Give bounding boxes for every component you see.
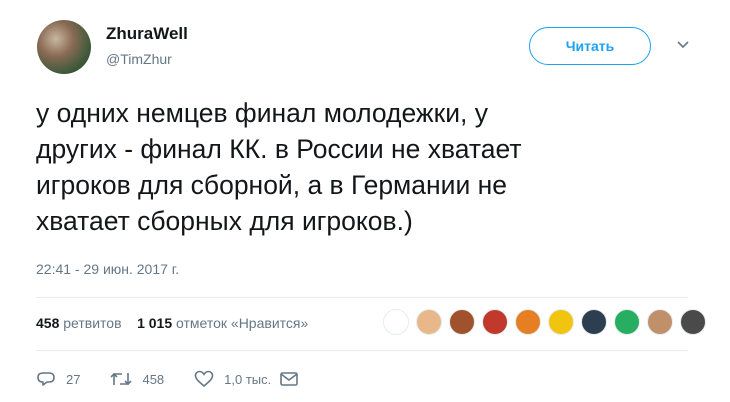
divider-bottom (36, 350, 688, 351)
retweets-label: ретвитов (63, 315, 122, 331)
liker-avatar[interactable] (548, 309, 574, 335)
reply-icon (37, 372, 55, 386)
liker-avatar[interactable] (647, 309, 673, 335)
likes-stat[interactable]: 1 015 отметок «Нравится» (137, 315, 308, 331)
engagement-stats: 458 ретвитов 1 015 отметок «Нравится» (36, 315, 308, 331)
likes-count: 1 015 (137, 315, 173, 331)
like-action[interactable]: 1,0 тыс. (194, 370, 299, 388)
retweets-stat[interactable]: 458 ретвитов (36, 315, 122, 331)
envelope-icon[interactable] (279, 371, 299, 387)
heart-icon (194, 370, 214, 388)
reply-count: 27 (66, 371, 81, 387)
author-handle[interactable]: @TimZhur (106, 51, 172, 67)
liker-avatar[interactable] (680, 309, 706, 335)
like-count: 1,0 тыс. (224, 371, 272, 387)
liker-avatar[interactable] (449, 309, 475, 335)
reply-action[interactable]: 27 (36, 370, 80, 388)
divider-top (36, 297, 688, 298)
author-avatar[interactable] (37, 20, 91, 74)
retweet-action[interactable]: 458 (110, 371, 164, 387)
author-name[interactable]: ZhuraWell (106, 24, 188, 44)
retweets-count: 458 (36, 315, 60, 331)
chevron-down-icon[interactable] (676, 40, 690, 50)
follow-button[interactable]: Читать (529, 27, 651, 65)
retweet-icon (110, 372, 133, 386)
liker-avatar[interactable] (614, 309, 640, 335)
tweet-actions: 27 458 1,0 тыс. (36, 367, 329, 391)
retweet-count: 458 (142, 371, 165, 387)
tweet-timestamp[interactable]: 22:41 - 29 июн. 2017 г. (36, 261, 179, 277)
liker-avatar[interactable] (515, 309, 541, 335)
liker-avatar[interactable] (383, 309, 409, 335)
tweet-text: у одних немцев финал молодежки, у других… (36, 98, 522, 236)
liker-avatar[interactable] (482, 309, 508, 335)
liker-avatars (383, 306, 713, 338)
liker-avatar[interactable] (581, 309, 607, 335)
likes-label: отметок «Нравится» (176, 315, 309, 331)
liker-avatar[interactable] (416, 309, 442, 335)
